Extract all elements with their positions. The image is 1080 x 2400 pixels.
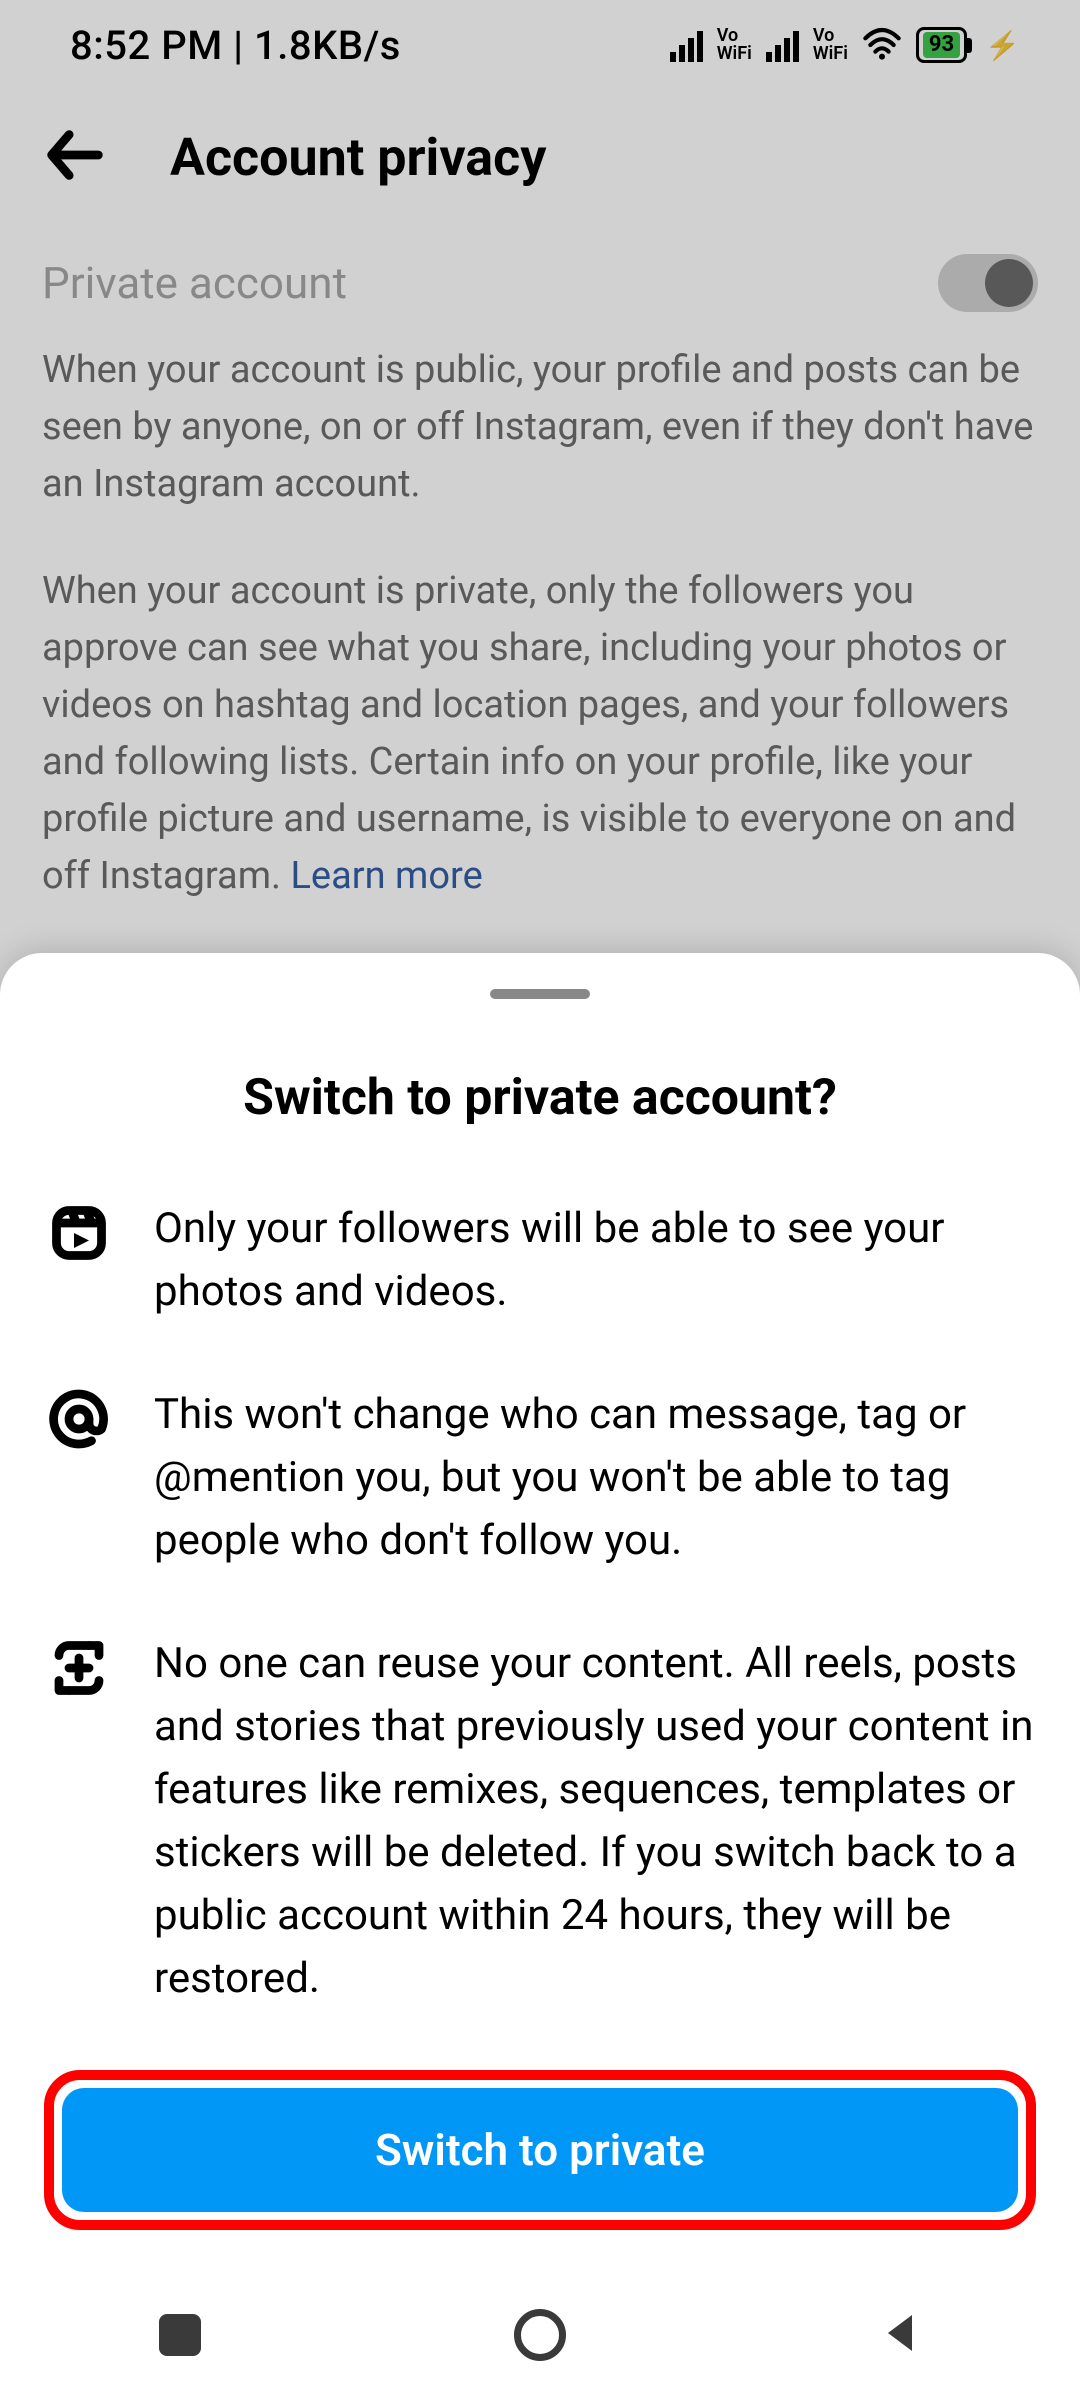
page-header: Account privacy	[0, 90, 1080, 234]
status-bar: 8:52 PM | 1.8KB/s Vo WiFi Vo WiFi 93 ⚡	[0, 0, 1080, 90]
nav-back-button[interactable]	[800, 2309, 1000, 2361]
at-icon	[44, 1383, 114, 1449]
public-desc: When your account is public, your profil…	[42, 342, 1038, 513]
vowifi-label-2: Vo WiFi	[813, 27, 848, 63]
learn-more-link[interactable]: Learn more	[290, 854, 482, 898]
sheet-item-mentions: This won't change who can message, tag o…	[44, 1383, 1036, 1572]
status-time: 8:52 PM	[70, 22, 223, 69]
status-icons: Vo WiFi Vo WiFi 93 ⚡	[670, 25, 1020, 65]
status-time-speed: 8:52 PM | 1.8KB/s	[70, 22, 401, 69]
android-nav-bar	[0, 2270, 1080, 2400]
wifi-icon	[862, 25, 902, 65]
sheet-title: Switch to private account?	[44, 1069, 1036, 1127]
private-account-toggle[interactable]	[938, 254, 1038, 312]
page-title: Account privacy	[170, 127, 546, 188]
nav-back-icon	[876, 2309, 924, 2361]
sheet-item-text: No one can reuse your content. All reels…	[154, 1632, 1036, 2010]
signal-icon	[670, 28, 703, 62]
charging-icon: ⚡	[985, 29, 1020, 62]
battery-pct: 93	[923, 32, 960, 58]
vowifi-label-1: Vo WiFi	[717, 27, 752, 63]
private-desc: When your account is private, only the f…	[42, 563, 1038, 905]
reels-icon	[44, 1197, 114, 1263]
signal-icon-2	[766, 28, 799, 62]
bottom-sheet: Switch to private account? Only your fol…	[0, 953, 1080, 2400]
private-account-label: Private account	[42, 257, 347, 309]
battery-icon: 93	[916, 27, 967, 63]
sheet-item-reuse: No one can reuse your content. All reels…	[44, 1632, 1036, 2010]
nav-recent-button[interactable]	[80, 2314, 280, 2356]
screen: 8:52 PM | 1.8KB/s Vo WiFi Vo WiFi 93 ⚡	[0, 0, 1080, 2400]
annotation-highlight: Switch to private	[44, 2070, 1036, 2230]
sheet-item-followers: Only your followers will be able to see …	[44, 1197, 1036, 1323]
back-arrow-icon[interactable]	[40, 120, 110, 194]
private-account-row: Private account	[42, 234, 1038, 342]
remix-icon	[44, 1632, 114, 1698]
nav-home-button[interactable]	[440, 2309, 640, 2361]
status-net-speed: 1.8KB/s	[254, 22, 401, 69]
sheet-item-text: This won't change who can message, tag o…	[154, 1383, 1036, 1572]
switch-to-private-button[interactable]: Switch to private	[62, 2088, 1018, 2212]
sheet-drag-handle[interactable]	[490, 989, 590, 999]
sheet-item-text: Only your followers will be able to see …	[154, 1197, 1036, 1323]
